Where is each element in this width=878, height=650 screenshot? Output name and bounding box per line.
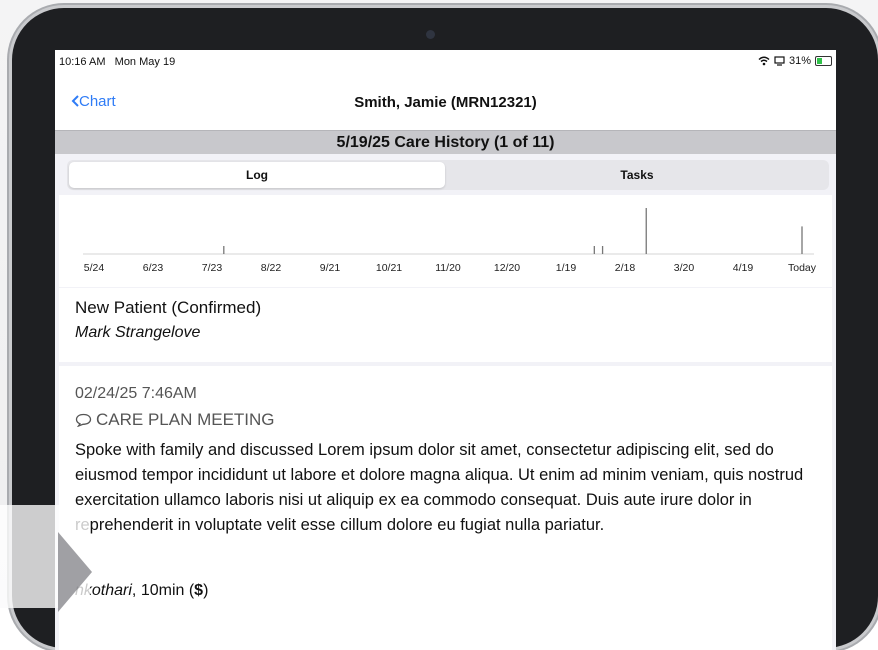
navigation-bar: Chart Smith, Jamie (MRN12321) — [55, 88, 836, 116]
status-time-text: 10:16 AM — [59, 56, 106, 68]
status-bar: 10:16 AM Mon May 19 31% — [55, 50, 836, 70]
history-timeline[interactable]: 5/24 6/23 7/23 8/22 9/21 10/21 11/20 12/20 1/19 2… — [59, 195, 832, 287]
status-date-text: Mon May 19 — [114, 56, 176, 68]
status-clock: 10:16 AM Mon May 19 — [59, 56, 175, 68]
log-tasks-segmented-control: Log Tasks — [67, 160, 829, 190]
entry-author: Mark Strangelove — [75, 324, 201, 341]
tab-tasks[interactable]: Tasks — [447, 162, 827, 188]
battery-percent: 31% — [788, 55, 811, 67]
timeline-tick-label: 4/19 — [733, 262, 754, 274]
status-indicators: 31% — [758, 55, 832, 67]
entry-duration: , 10min ( — [131, 582, 195, 599]
timeline-tick-label: 9/21 — [320, 262, 341, 274]
app-screen: 10:16 AM Mon May 19 31% Chart Smith, Jam… — [55, 50, 836, 650]
timeline-tick-label: 11/20 — [435, 262, 461, 274]
timeline-tick-label: Today — [788, 262, 817, 274]
screen-mirror-icon — [774, 56, 785, 66]
entry-title: New Patient (Confirmed) — [75, 298, 262, 317]
timeline-tick-label: 1/19 — [556, 262, 577, 274]
battery-icon — [815, 56, 832, 66]
wifi-icon — [758, 56, 770, 66]
timeline-tick-label: 7/23 — [202, 262, 223, 274]
timeline-tick-label: 3/20 — [674, 262, 695, 274]
timeline-tick-label: 10/21 — [376, 262, 402, 274]
care-history-header: 5/19/25 Care History (1 of 11) — [55, 130, 836, 155]
history-entry[interactable]: New Patient (Confirmed) Mark Strangelove — [59, 288, 832, 362]
billing-indicator: $ — [194, 582, 204, 599]
entry-datetime: 02/24/25 7:46AM — [75, 385, 197, 402]
entry-type: CARE PLAN MEETING — [75, 410, 275, 430]
history-entry[interactable]: 02/24/25 7:46AM CARE PLAN MEETING Spoke … — [59, 366, 832, 650]
entry-note-text: Spoke with family and discussed Lorem ip… — [75, 441, 804, 534]
speech-bubble-icon — [75, 413, 92, 427]
patient-title: Smith, Jamie (MRN12321) — [354, 94, 537, 111]
camera-dot — [426, 30, 435, 39]
entry-duration-end: ) — [203, 582, 209, 599]
entry-author-line: nkothari, 10min ($) — [75, 582, 208, 600]
tab-log[interactable]: Log — [69, 162, 445, 188]
timeline-tick-label: 8/22 — [261, 262, 282, 274]
timeline-chart: 5/24 6/23 7/23 8/22 9/21 10/21 11/20 12/20 1/19 2… — [83, 208, 817, 274]
entry-type-label: CARE PLAN MEETING — [96, 410, 275, 429]
timeline-tick-label: 5/24 — [84, 262, 105, 274]
timeline-tick-label: 6/23 — [143, 262, 164, 274]
timeline-tick-label: 12/20 — [494, 262, 520, 274]
play-icon[interactable] — [58, 532, 92, 612]
timeline-tick-label: 2/18 — [615, 262, 636, 274]
